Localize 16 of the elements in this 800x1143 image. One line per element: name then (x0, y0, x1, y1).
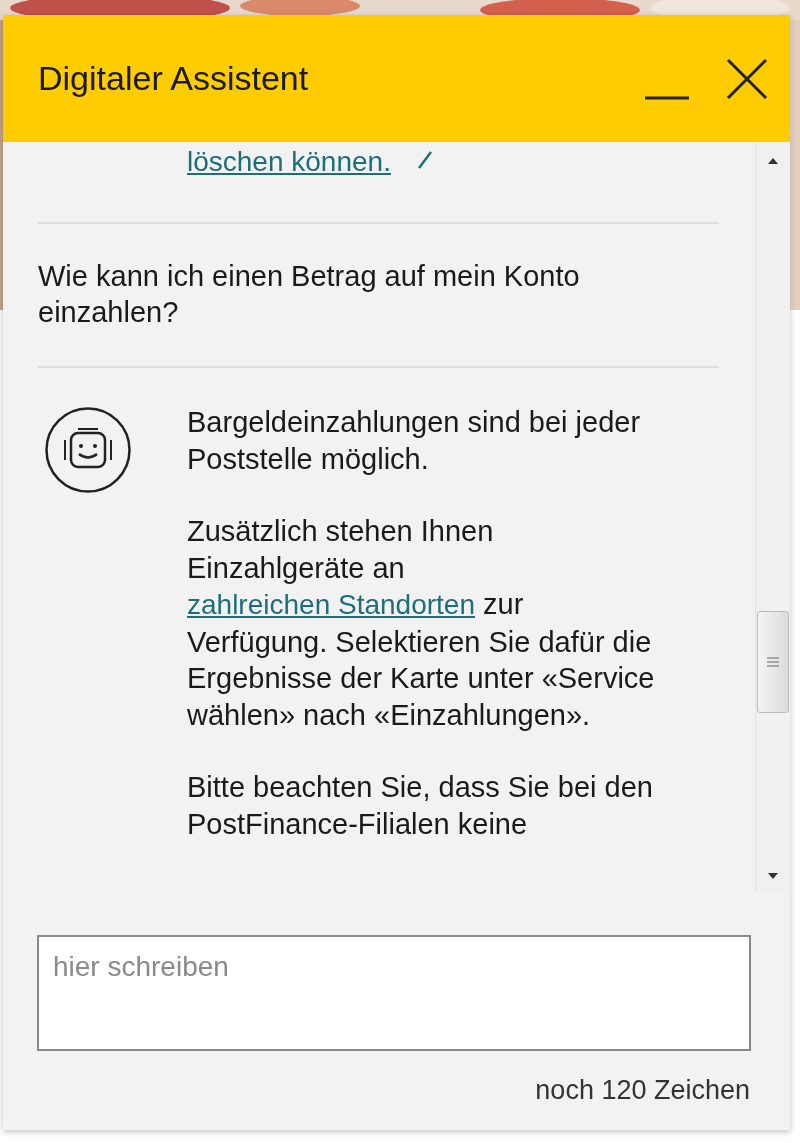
bot-message: Zusätzlich stehen Ihnen Einzahlgeräte an zahlreichen Standorten zur Verfügung. Selektieren Sie dafür die Ergebnisse der Karte unter «Service wählen» nach «Einzahlungen». (187, 514, 656, 733)
scroll-thumb[interactable] (757, 610, 789, 713)
close-icon (726, 57, 768, 100)
minimize-icon (644, 95, 690, 100)
user-question: Wie kann ich einen Betrag auf mein Konto einzahlen? (38, 259, 581, 330)
message-input[interactable]: hier schreiben (37, 935, 751, 1051)
scrollbar[interactable] (755, 142, 790, 893)
link[interactable]: löschen können. (187, 146, 391, 178)
close-button[interactable] (726, 57, 768, 100)
link[interactable]: zahlreichen Standorten (187, 589, 475, 620)
grip-icon (766, 655, 780, 668)
window-title: Digitaler Assistent (38, 59, 310, 98)
robot-avatar-icon (44, 406, 132, 494)
bot-message: Bitte beachten Sie, dass Sie bei den PostFinance-Filialen keine (187, 770, 654, 842)
character-counter: noch 120 Zeichen (535, 1075, 750, 1106)
bot-message: Bargeldeinzahlungen sind bei jeder Poststelle möglich. (187, 405, 642, 477)
